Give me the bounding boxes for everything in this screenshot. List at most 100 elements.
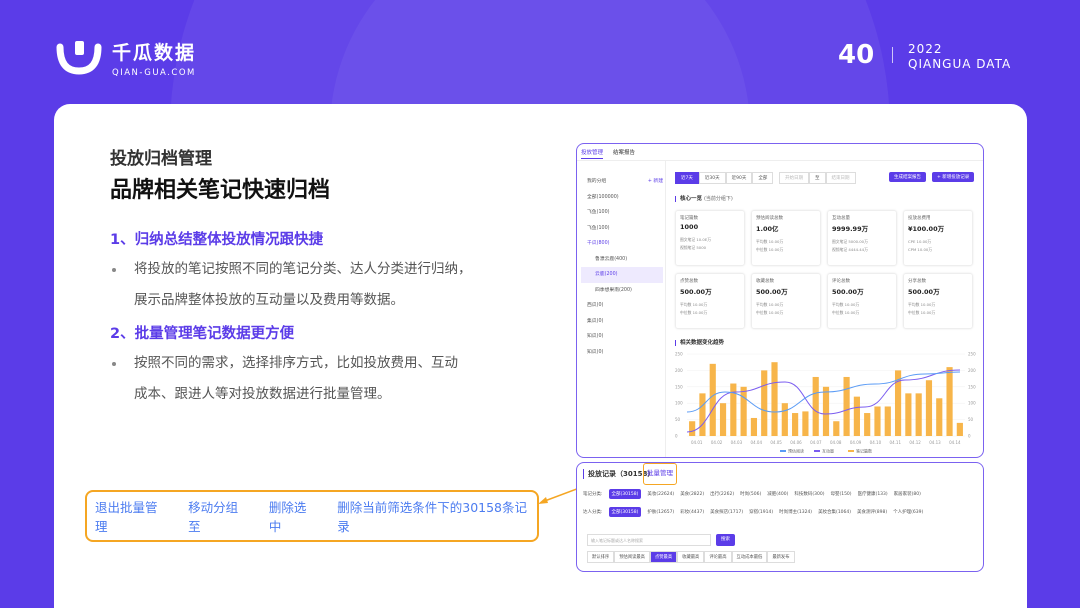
filter-chip[interactable]: 医疗健康(133)	[858, 489, 888, 499]
x-tick-label: 04.09	[850, 440, 862, 445]
x-tick-label: 04.01	[691, 440, 703, 445]
chart-bar	[771, 362, 778, 436]
filter-chip[interactable]: 减肥(400)	[767, 489, 788, 499]
x-tick-label: 04.10	[870, 440, 882, 445]
filter-chip[interactable]: 出行(2262)	[710, 489, 734, 499]
filter-chip[interactable]: 美食(2822)	[680, 489, 704, 499]
dashboard-screenshot: 投放管理 结案报告 我的分组 + 新建 全部(100000) 飞鱼(100) 飞…	[576, 143, 984, 458]
tab-placement[interactable]: 投放管理	[581, 148, 604, 159]
y2-tick-label: 100	[968, 401, 976, 406]
y-tick-label: 50	[675, 417, 681, 422]
section-title: 品牌相关笔记快速归档	[110, 178, 331, 203]
search-button[interactable]: 搜索	[716, 534, 735, 546]
filter-chip[interactable]: 护肤(12657)	[647, 507, 674, 517]
period-tab[interactable]: 近7天	[675, 172, 699, 184]
filter-chip[interactable]: 个人护理(639)	[893, 507, 923, 517]
filter-chip[interactable]: 时尚(506)	[740, 489, 761, 499]
kpi-sub: CPM 10.00万	[908, 247, 933, 252]
x-tick-label: 04.02	[711, 440, 723, 445]
point1-line: 将投放的笔记按照不同的笔记分类、达人分类进行归纳，	[134, 261, 472, 277]
move-group-button[interactable]: 移动分组至	[188, 497, 250, 535]
chart-bar	[719, 403, 727, 436]
x-tick-label: 04.12	[909, 440, 921, 445]
filter-chip[interactable]: 全部(30158)	[608, 507, 642, 517]
legend-label: 互动量	[822, 448, 834, 454]
filter-chip[interactable]: 美妆合集(1064)	[818, 507, 851, 517]
kpi-value: 500.00万	[680, 288, 712, 296]
tab-report[interactable]: 结案报告	[613, 148, 635, 159]
chart-bar	[874, 406, 881, 436]
kpi-card: 笔记篇数 1000 图文笔记 10.0E万 视频笔记 5000	[675, 210, 745, 266]
exit-batch-button[interactable]: 退出批量管理	[95, 497, 169, 535]
tree-item[interactable]: 四季想果南(200)	[581, 283, 663, 299]
tree-item[interactable]: 知瓜(0)	[581, 345, 663, 361]
generate-report-button[interactable]: 生成结案报告	[889, 172, 926, 182]
filter-chip[interactable]: 母婴(150)	[830, 489, 851, 499]
sort-option[interactable]: 收藏最高	[677, 551, 705, 563]
delete-selected-button[interactable]: 删除选中	[269, 497, 318, 535]
filter-chip[interactable]: 科技数码(300)	[794, 489, 824, 499]
tree-item[interactable]: 千瓜(800)	[581, 236, 663, 252]
sort-option[interactable]: 评论最高	[704, 551, 732, 563]
core-title-text: 核心一览	[680, 196, 703, 202]
period-tab[interactable]: 近90天	[725, 172, 753, 184]
batch-manage-button[interactable]: 批量管理	[643, 463, 677, 485]
kpi-sub: 平均数 10.00万	[832, 302, 860, 307]
point1-body: 将投放的笔记按照不同的笔记分类、达人分类进行归纳， 展示品牌整体投放的互动量以及…	[134, 254, 472, 316]
sort-option[interactable]: 最新发布	[767, 551, 795, 563]
y2-tick-label: 250	[968, 352, 976, 357]
kpi-card: 分享总数 500.00万 平均数 10.00万 中位数 10.00万	[903, 273, 973, 329]
bullet	[112, 362, 116, 366]
tree-item[interactable]: 鲁濮云鹿(400)	[581, 252, 663, 268]
chart-bar	[822, 386, 830, 436]
y2-tick-label: 200	[968, 368, 976, 373]
date-separator: 至	[809, 172, 826, 184]
add-record-button[interactable]: + 新增投放记录	[932, 172, 975, 182]
chart-bar	[792, 413, 799, 436]
legend-label: 笔记篇数	[856, 448, 872, 454]
record-search-input[interactable]: 输入笔记标题或达人名称搜索	[587, 534, 711, 546]
y2-tick-label: 50	[968, 417, 974, 422]
filter-chip[interactable]: 穿搭(1914)	[749, 507, 773, 517]
filter-chip[interactable]: 美妆(22624)	[647, 489, 674, 499]
sort-option[interactable]: 默认排序	[587, 551, 615, 563]
date-from[interactable]: 开始日期	[779, 172, 809, 184]
kpi-sub: 视频笔记 5000	[680, 245, 707, 250]
sort-option-active[interactable]: 点赞最高	[649, 551, 678, 563]
kpi-sub: 中位数 10.00万	[680, 310, 708, 315]
kpi-sub: 图文笔记 10.0E万	[680, 237, 712, 242]
tree-item[interactable]: 集瓜(0)	[581, 314, 663, 330]
trend-chart: 250 250 200 200 150 150 100 100 50 50 0 0 04.01 04.02…	[675, 352, 976, 454]
filter-chip[interactable]: 彩妆(4437)	[680, 507, 704, 517]
year: 2022	[908, 42, 943, 56]
filter-chip[interactable]: 时尚博主(1324)	[779, 507, 812, 517]
delete-filtered-button[interactable]: 删除当前筛选条件下的30158条记录	[337, 497, 537, 535]
chart-bar	[956, 422, 963, 436]
y-tick-label: 150	[675, 384, 683, 389]
kpi-label: 预估阅读总数	[756, 216, 783, 221]
kpi-sub: 平均数 10.00万	[908, 302, 936, 307]
chart-bar	[781, 403, 788, 436]
period-tab[interactable]: 近30天	[698, 172, 726, 184]
tree-item[interactable]: 西瓜(0)	[581, 298, 663, 314]
core-note: (当前分组下)	[703, 196, 733, 202]
new-group-button[interactable]: + 新建	[648, 174, 663, 190]
tree-item[interactable]: 知瓜(0)	[581, 329, 663, 345]
tree-item[interactable]: 飞鱼(100)	[581, 205, 663, 221]
period-tab[interactable]: 全部	[752, 172, 774, 184]
tree-item[interactable]: 全部(100000)	[581, 190, 663, 206]
filter-chip[interactable]: 家居家装(80)	[894, 489, 921, 499]
kpi-sub: 中位数 10.00万	[756, 247, 784, 252]
sort-option[interactable]: 预估阅读最高	[614, 551, 650, 563]
tree-item-selected[interactable]: 云鹿(200)	[581, 267, 663, 283]
date-to[interactable]: 结束日期	[825, 172, 856, 184]
chart-bar	[946, 367, 953, 436]
sort-option[interactable]: 互动成本最低	[731, 551, 768, 563]
point1-line: 展示品牌整体投放的互动量以及费用等数据。	[134, 292, 404, 308]
tree-item[interactable]: 飞鱼(100)	[581, 221, 663, 237]
kpi-label: 投放总费用	[908, 216, 931, 221]
filter-chip[interactable]: 全部(30158)	[608, 489, 642, 499]
filter-chip[interactable]: 美食测评(898)	[857, 507, 887, 517]
filter-chip[interactable]: 美食探店(1717)	[710, 507, 743, 517]
kpi-card: 点赞总数 500.00万 平均数 10.00万 中位数 10.00万	[675, 273, 745, 329]
